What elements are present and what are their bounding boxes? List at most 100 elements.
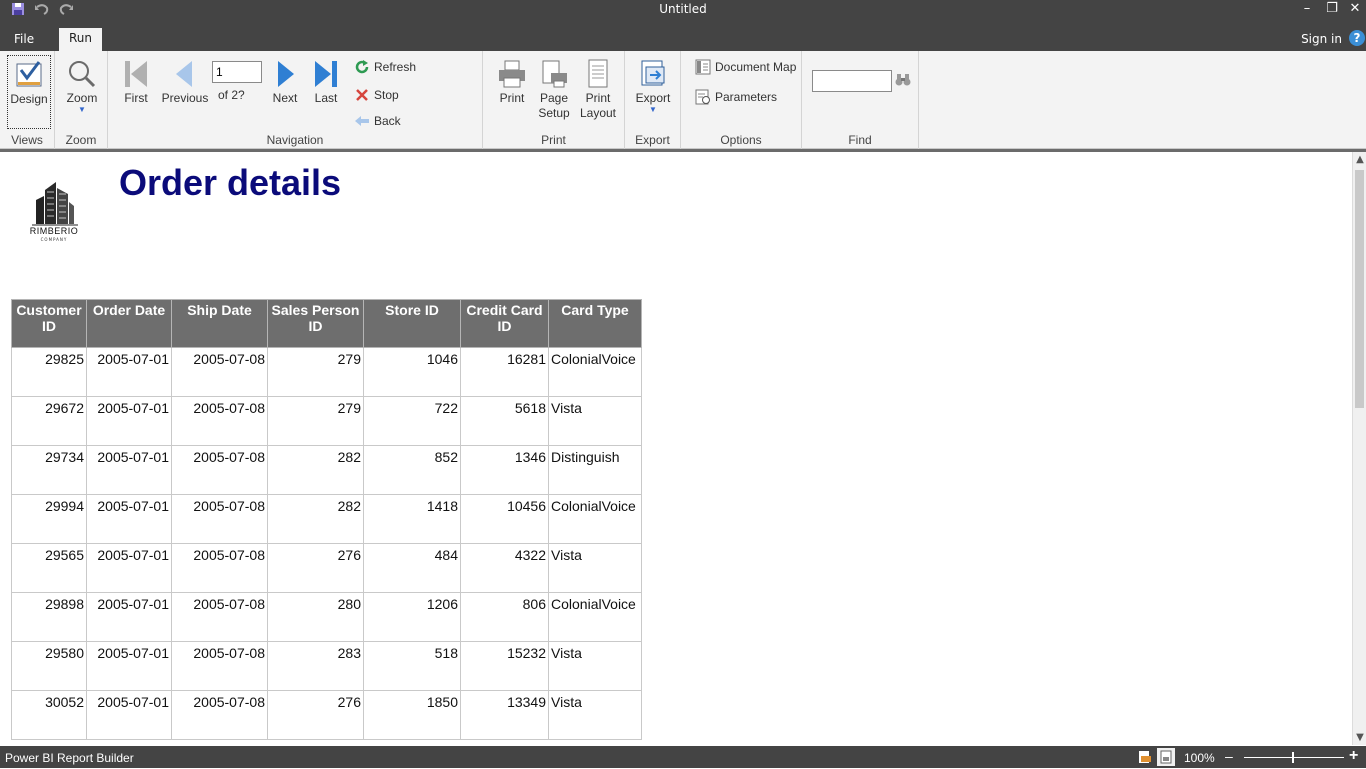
refresh-label: Refresh [374, 60, 417, 74]
tab-file[interactable]: File [4, 29, 44, 51]
table-row: 29898 2005-07-01 2005-07-08 280 1206 806 Colon… [11, 592, 642, 642]
title-bar: Untitled – ❐ ✕ [0, 0, 1366, 24]
page-count: of 2? [218, 88, 245, 102]
binoculars-icon[interactable] [895, 72, 911, 92]
document-map-label: Document Map [715, 60, 797, 74]
cell-card-type: ColonialVoice [548, 347, 642, 397]
tab-run[interactable]: Run [59, 28, 103, 51]
print-layout-button[interactable]: Print Layout [577, 59, 619, 121]
status-bar: Power BI Report Builder 100% – + [0, 746, 1366, 768]
next-page-icon [278, 61, 294, 87]
table-row: 29580 2005-07-01 2005-07-08 283 518 15232 Vist… [11, 641, 642, 691]
column-header-credit-card-id: Credit Card ID [460, 299, 549, 348]
cell-order-date: 2005-07-01 [86, 543, 172, 593]
report-viewer: RIMBERIO COMPANY Order details Customer … [0, 152, 1352, 745]
sign-in-link[interactable]: Sign in [1301, 32, 1342, 46]
report-title: Order details [119, 162, 342, 203]
table-row: 29672 2005-07-01 2005-07-08 279 722 5618 Vista [11, 396, 642, 446]
scroll-up-icon[interactable]: ▲ [1353, 154, 1366, 165]
cell-card-type: Vista [548, 396, 642, 446]
previous-page-button[interactable]: Previous [160, 59, 210, 105]
cell-card-type: Vista [548, 641, 642, 691]
column-header-ship-date: Ship Date [171, 299, 268, 348]
zoom-slider-thumb[interactable] [1292, 752, 1294, 763]
group-views: Design Views [0, 51, 55, 149]
stop-icon [356, 89, 368, 101]
column-header-customer-id: Customer ID [11, 299, 87, 348]
cell-ship-date: 2005-07-08 [171, 641, 268, 691]
last-page-button[interactable]: Last [308, 59, 344, 105]
page-setup-icon [542, 60, 567, 88]
group-label-navigation: Navigation [266, 133, 324, 147]
cell-store-id: 1418 [363, 494, 461, 544]
cell-card-type: ColonialVoice [548, 592, 642, 642]
back-arrow-icon [355, 116, 369, 126]
cell-ship-date: 2005-07-08 [171, 445, 268, 495]
printer-icon [499, 60, 525, 88]
group-navigation: First Previous of 2? Next Last Refresh S… [108, 51, 483, 149]
orders-table: Customer ID Order Date Ship Date Sales P… [11, 299, 642, 740]
cell-sales-person-id: 283 [267, 641, 364, 691]
print-button[interactable]: Print [495, 59, 529, 105]
vertical-scrollbar[interactable]: ▲ ▼ [1352, 152, 1366, 745]
export-icon [641, 60, 665, 86]
zoom-button[interactable]: Zoom ▼ [65, 59, 99, 114]
stop-button[interactable]: Stop [354, 87, 399, 103]
scroll-thumb[interactable] [1355, 170, 1364, 408]
cell-customer-id: 29825 [11, 347, 87, 397]
document-map-button[interactable]: Document Map [695, 59, 796, 75]
group-label-find: Find [848, 133, 872, 147]
back-button[interactable]: Back [354, 113, 401, 129]
find-input[interactable] [812, 70, 892, 92]
close-icon[interactable]: ✕ [1345, 1, 1365, 16]
parameters-button[interactable]: Parameters [695, 89, 777, 105]
cell-customer-id: 30052 [11, 690, 87, 740]
cell-sales-person-id: 276 [267, 543, 364, 593]
cell-credit-card-id: 806 [460, 592, 549, 642]
cell-card-type: Vista [548, 690, 642, 740]
last-page-icon [315, 61, 337, 87]
zoom-out-icon[interactable]: – [1225, 748, 1233, 764]
table-row: 30052 2005-07-01 2005-07-08 276 1850 13349 Vis… [11, 690, 642, 740]
table-row: 29994 2005-07-01 2005-07-08 282 1418 10456 Col… [11, 494, 642, 544]
refresh-button[interactable]: Refresh [354, 59, 416, 75]
print-layout-view-icon[interactable] [1138, 750, 1152, 767]
page-setup-button[interactable]: Page Setup [535, 59, 573, 121]
page-view-icon[interactable] [1157, 748, 1175, 766]
table-row: 29825 2005-07-01 2005-07-08 279 1046 16281 Col… [11, 347, 642, 397]
minimize-icon[interactable]: – [1297, 1, 1317, 16]
cell-ship-date: 2005-07-08 [171, 347, 268, 397]
cell-customer-id: 29672 [11, 396, 87, 446]
export-button[interactable]: Export ▼ [635, 59, 671, 114]
group-label-print: Print [541, 133, 566, 147]
cell-store-id: 722 [363, 396, 461, 446]
restore-icon[interactable]: ❐ [1322, 1, 1342, 16]
print-layout-icon [588, 59, 608, 88]
column-header-order-date: Order Date [86, 299, 172, 348]
table-header-row: Customer ID Order Date Ship Date Sales P… [11, 299, 642, 348]
zoom-in-icon[interactable]: + [1349, 747, 1358, 765]
cell-card-type: Distinguish [548, 445, 642, 495]
next-page-button[interactable]: Next [267, 59, 303, 105]
previous-page-icon [176, 61, 192, 87]
previous-label: Previous [161, 91, 209, 105]
scroll-down-icon[interactable]: ▼ [1353, 732, 1366, 743]
page-number-input[interactable] [212, 61, 262, 83]
cell-ship-date: 2005-07-08 [171, 494, 268, 544]
cell-customer-id: 29994 [11, 494, 87, 544]
cell-store-id: 1206 [363, 592, 461, 642]
group-label-zoom: Zoom [65, 133, 97, 147]
cell-sales-person-id: 279 [267, 347, 364, 397]
cell-credit-card-id: 10456 [460, 494, 549, 544]
design-button[interactable]: Design [7, 55, 51, 129]
table-row: 29734 2005-07-01 2005-07-08 282 852 1346 Disti… [11, 445, 642, 495]
help-icon[interactable]: ? [1349, 30, 1365, 46]
cell-order-date: 2005-07-01 [86, 347, 172, 397]
column-header-store-id: Store ID [363, 299, 461, 348]
zoom-slider-track[interactable] [1244, 757, 1344, 758]
cell-sales-person-id: 282 [267, 445, 364, 495]
first-label: First [124, 91, 148, 105]
cell-ship-date: 2005-07-08 [171, 690, 268, 740]
first-page-button[interactable]: First [118, 59, 154, 105]
cell-store-id: 1046 [363, 347, 461, 397]
